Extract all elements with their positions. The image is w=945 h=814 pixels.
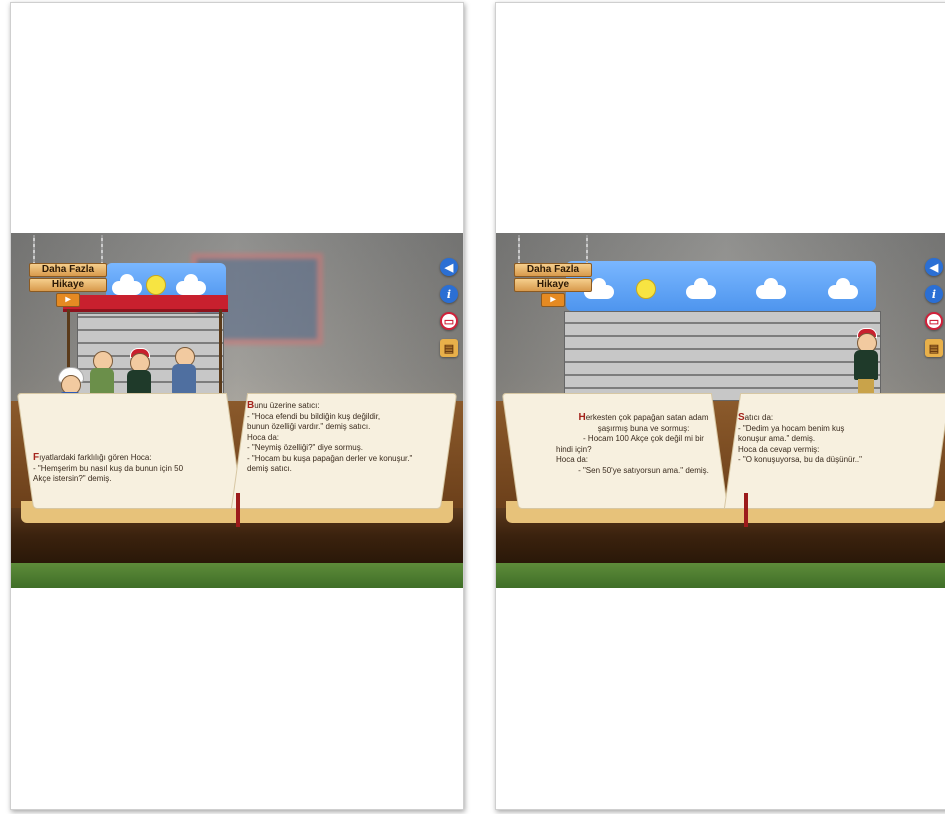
more-stories-sign[interactable]: Daha Fazla Hikaye ▸: [29, 235, 107, 307]
story-text-right: Satıcı da: - "Dedim ya hocam benim kuş k…: [738, 412, 862, 464]
cloud-icon: [686, 278, 716, 299]
toolbar-right: ◀ i ▭ ▤: [925, 258, 945, 366]
right-page-panel: Herkesten çok papağan satan adam şaşırmı…: [495, 2, 945, 810]
speaker-icon[interactable]: ◀: [925, 258, 943, 276]
info-icon[interactable]: i: [440, 285, 458, 303]
brick-wall: [564, 311, 881, 401]
sign-label-daha-fazla[interactable]: Daha Fazla: [514, 263, 592, 277]
stop-icon[interactable]: ▭: [440, 312, 458, 330]
story-scene-right: Herkesten çok papağan satan adam şaşırmı…: [496, 233, 945, 588]
bookmark-ribbon: [744, 493, 748, 527]
cloud-icon: [112, 274, 142, 295]
info-icon[interactable]: i: [925, 285, 943, 303]
sun-icon: [636, 279, 656, 299]
cloud-icon: [176, 274, 206, 295]
toolbar-left: ◀ i ▭ ▤: [440, 258, 462, 366]
sign-label-hikaye[interactable]: Hikaye: [514, 278, 592, 292]
more-stories-sign[interactable]: Daha Fazla Hikaye ▸: [514, 235, 592, 307]
grass-strip: [11, 563, 463, 588]
cloud-icon: [756, 278, 786, 299]
sky-panel: [566, 261, 876, 311]
bookmark-ribbon: [236, 493, 240, 527]
story-text-left: Herkesten çok papağan satan adam şaşırmı…: [556, 412, 709, 475]
hoca-character: [851, 328, 881, 393]
story-scene-left: Fıyatlardaki farklılığı gören Hoca: - "H…: [11, 233, 463, 588]
grass-strip: [496, 563, 945, 588]
story-text-left: Fıyatlardaki farklılığı gören Hoca: - "H…: [33, 452, 184, 483]
book-left-leaf: [16, 393, 244, 509]
speaker-icon[interactable]: ◀: [440, 258, 458, 276]
sign-play-button[interactable]: ▸: [541, 293, 565, 307]
stop-icon[interactable]: ▭: [925, 312, 943, 330]
left-page-panel: Fıyatlardaki farklılığı gören Hoca: - "H…: [10, 2, 464, 810]
story-text-right: Bunu üzerine satıcı: - "Hoca efendi bu b…: [247, 400, 413, 473]
sign-play-button[interactable]: ▸: [56, 293, 80, 307]
sign-label-daha-fazla[interactable]: Daha Fazla: [29, 263, 107, 277]
basket-icon[interactable]: ▤: [925, 339, 943, 357]
basket-icon[interactable]: ▤: [440, 339, 458, 357]
sun-icon: [146, 275, 166, 295]
cloud-icon: [828, 278, 858, 299]
sign-label-hikaye[interactable]: Hikaye: [29, 278, 107, 292]
